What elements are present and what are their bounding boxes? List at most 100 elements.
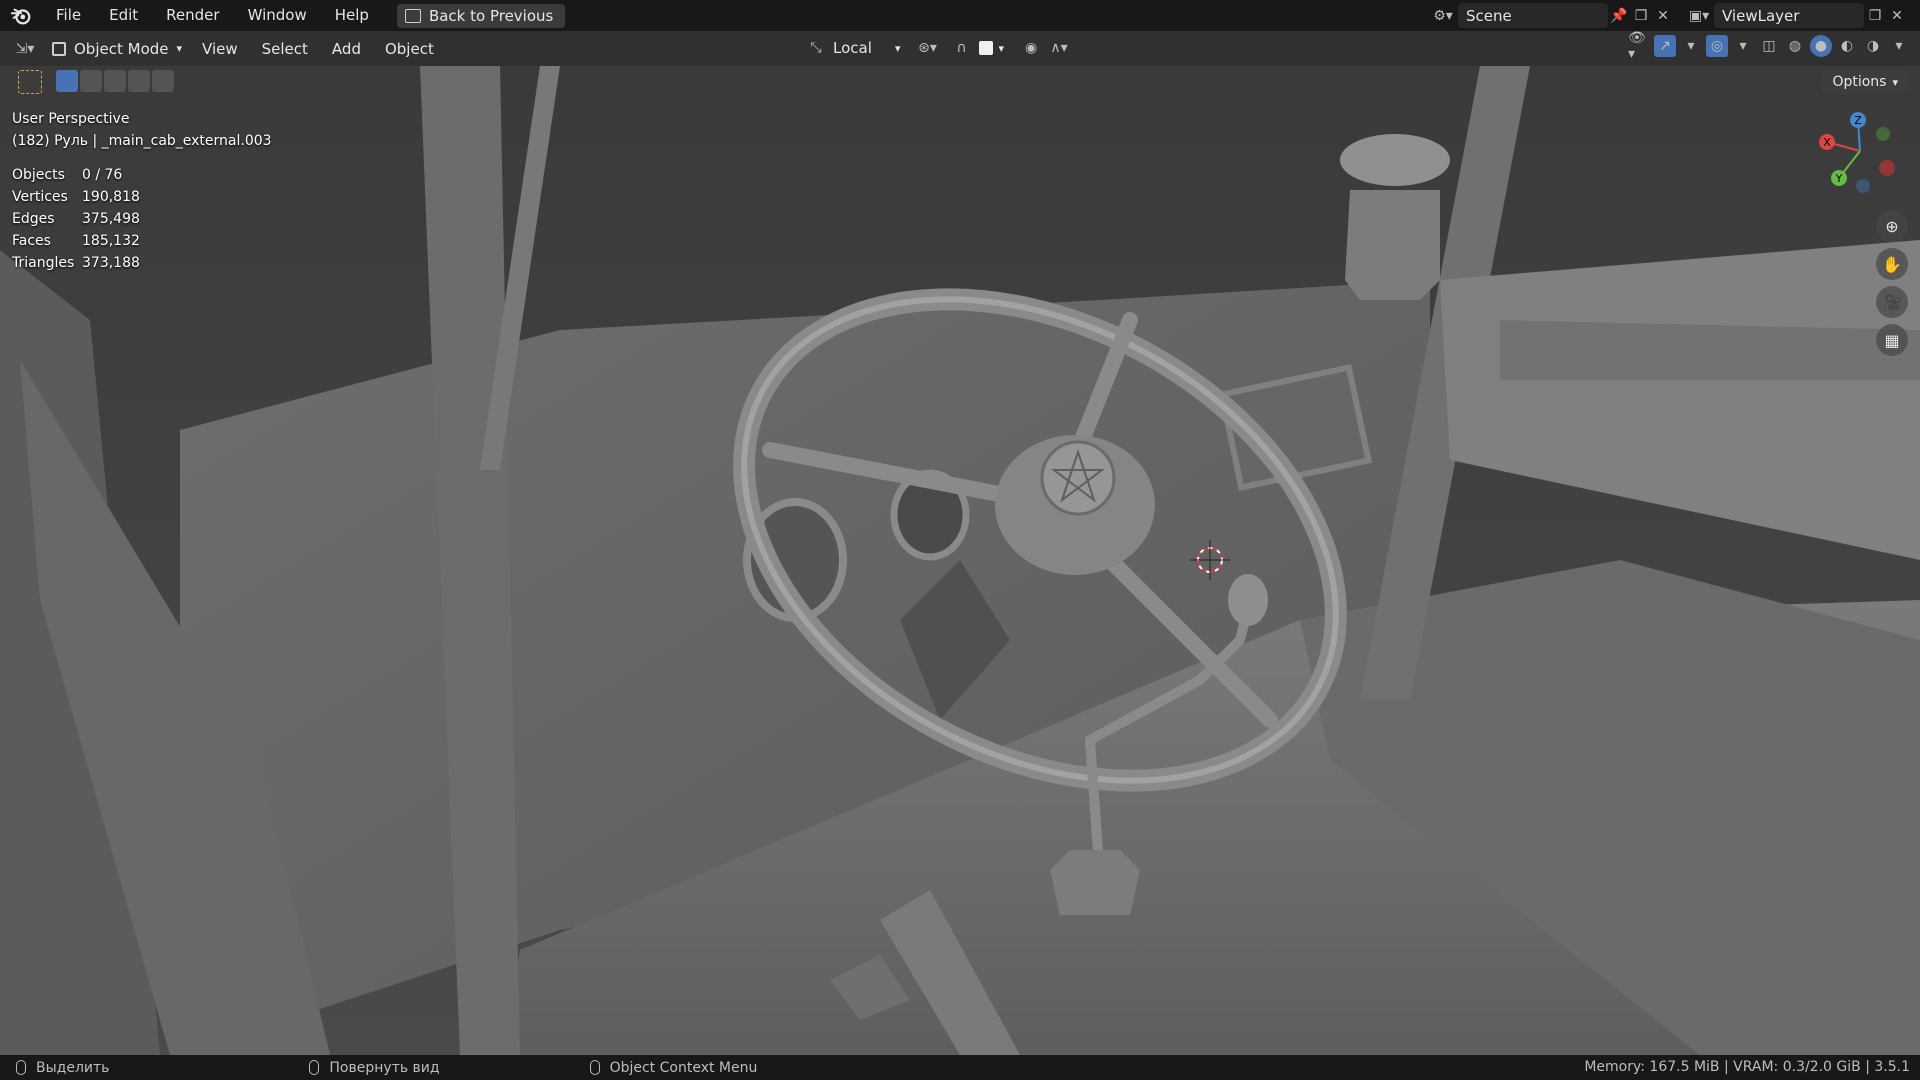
mouse-right-icon xyxy=(589,1060,600,1075)
navigation-gizmo[interactable]: X Y Z xyxy=(1815,106,1905,196)
xray-toggle-icon[interactable]: ◫ xyxy=(1758,35,1780,57)
back-arrow-icon xyxy=(404,8,421,23)
pivot-point-icon[interactable]: ⊛▾ xyxy=(917,37,939,59)
tool-settings-row xyxy=(0,66,1920,96)
viewport-info-overlay: User Perspective (182) Руль | _main_cab_… xyxy=(12,108,272,274)
gizmo-neg-z[interactable] xyxy=(1856,179,1870,193)
zoom-icon[interactable]: ⊕ xyxy=(1876,210,1908,242)
select-mode-extend-icon[interactable] xyxy=(80,70,102,92)
status-right-click: Object Context Menu xyxy=(589,1059,758,1076)
select-mode-new-icon[interactable] xyxy=(56,70,78,92)
select-mode-subtract-icon[interactable] xyxy=(104,70,126,92)
memory-info: Memory: 167.5 MiB | VRAM: 0.3/2.0 GiB | … xyxy=(1584,1059,1910,1075)
object-mode-label: Object Mode xyxy=(74,39,169,58)
gizmo-z-label: Z xyxy=(1854,114,1862,127)
stat-label: Edges xyxy=(12,211,55,227)
object-mode-dropdown[interactable]: Object Mode ▾ xyxy=(44,36,190,62)
falloff-icon[interactable]: ∧▾ xyxy=(1048,37,1070,59)
menu-select[interactable]: Select xyxy=(250,40,320,58)
top-menu-bar: File Edit Render Window Help Back to Pre… xyxy=(0,0,1920,31)
view-name: User Perspective xyxy=(12,111,130,127)
stat-value: 190,818 xyxy=(82,189,140,205)
material-shading-icon[interactable]: ◐ xyxy=(1836,35,1858,57)
new-view-layer-icon[interactable]: ❐ xyxy=(1864,5,1886,27)
viewport-header: ⇲▾ Object Mode ▾ View Select Add Object … xyxy=(0,30,1920,66)
active-object-name: (182) Руль | _main_cab_external.003 xyxy=(12,133,272,149)
select-tool-icon[interactable] xyxy=(18,70,42,94)
scene-statistics: Objects 0 / 76 Vertices 190,818 Edges 37… xyxy=(12,164,272,274)
stat-label: Vertices xyxy=(12,189,68,205)
delete-scene-icon[interactable]: ✕ xyxy=(1652,5,1674,27)
view-layer-field[interactable]: ViewLayer xyxy=(1714,3,1864,28)
stat-label: Faces xyxy=(12,233,51,249)
stat-label: Objects xyxy=(12,167,65,183)
select-mode-difference-icon[interactable] xyxy=(128,70,150,92)
options-dropdown[interactable]: Options ▾ xyxy=(1822,70,1908,94)
perspective-toggle-icon[interactable]: ▦ xyxy=(1876,324,1908,356)
rendered-shading-icon[interactable]: ◑ xyxy=(1862,35,1884,57)
menu-edit[interactable]: Edit xyxy=(95,0,152,31)
status-left-click: Выделить xyxy=(16,1060,109,1076)
overlay-toggle-icon[interactable]: ◎ xyxy=(1706,35,1728,57)
status-right-click-label: Object Context Menu xyxy=(609,1059,758,1076)
mouse-middle-icon xyxy=(309,1060,320,1075)
overlay-chevron-icon[interactable]: ▾ xyxy=(1732,35,1754,57)
status-middle-click: Повернуть вид xyxy=(309,1059,440,1076)
new-scene-icon[interactable]: ❐ xyxy=(1630,5,1652,27)
options-label: Options xyxy=(1832,74,1887,90)
transform-orientation-dropdown[interactable]: Local xyxy=(833,39,889,57)
visibility-icon[interactable]: 👁▾ xyxy=(1628,30,1650,62)
gizmo-x-label: X xyxy=(1823,136,1831,149)
select-mode-intersect-icon[interactable] xyxy=(152,70,174,92)
view-layer-icon[interactable]: ▣▾ xyxy=(1688,5,1710,27)
wireframe-shading-icon[interactable]: ◍ xyxy=(1784,35,1806,57)
scene-field[interactable]: Scene xyxy=(1458,3,1608,28)
gizmo-neg-x[interactable] xyxy=(1879,160,1895,176)
snap-chevron-icon: ▾ xyxy=(998,41,1005,55)
stat-value: 185,132 xyxy=(82,233,140,249)
menu-file[interactable]: File xyxy=(42,0,95,31)
snap-target-icon[interactable] xyxy=(978,41,993,55)
menu-view[interactable]: View xyxy=(190,40,250,58)
pin-icon[interactable]: 📌 xyxy=(1608,5,1630,27)
stat-label: Triangles xyxy=(12,255,75,271)
options-chevron-icon: ▾ xyxy=(1892,75,1898,89)
menu-add[interactable]: Add xyxy=(320,40,373,58)
status-bar: Выделить Повернуть вид Object Context Me… xyxy=(0,1055,1920,1080)
gizmo-neg-y[interactable] xyxy=(1876,127,1890,141)
transform-orientation-icon: ⤡ xyxy=(810,40,822,56)
pan-hand-icon[interactable]: ✋ xyxy=(1876,248,1908,280)
gizmo-toggle-icon[interactable]: ↗ xyxy=(1654,35,1676,57)
scene-icon[interactable]: ⚙▾ xyxy=(1432,5,1454,27)
status-middle-click-label: Повернуть вид xyxy=(329,1059,440,1076)
chevron-down-icon: ▾ xyxy=(176,42,183,55)
delete-view-layer-icon[interactable]: ✕ xyxy=(1886,5,1908,27)
proportional-edit-icon[interactable]: ◉ xyxy=(1020,37,1042,59)
viewport-scene[interactable] xyxy=(0,66,1920,1055)
blender-logo-icon[interactable] xyxy=(10,5,32,27)
snap-icon[interactable]: ∩ xyxy=(951,37,973,59)
stat-value: 0 / 76 xyxy=(82,167,123,183)
scene-selector: ⚙▾ Scene 📌 ❐ ✕ ▣▾ ViewLayer ❐ ✕ xyxy=(1432,3,1908,28)
menu-window[interactable]: Window xyxy=(234,0,321,31)
shading-chevron-icon[interactable]: ▾ xyxy=(1888,35,1910,57)
menu-object[interactable]: Object xyxy=(373,40,446,58)
stat-value: 375,498 xyxy=(82,211,140,227)
object-mode-icon xyxy=(52,41,66,56)
status-left-click-label: Выделить xyxy=(36,1059,110,1076)
orientation-chevron-icon: ▾ xyxy=(895,41,901,55)
viewport-shading-controls: 👁▾ ↗ ▾ ◎ ▾ ◫ ◍ ● ◐ ◑ ▾ xyxy=(1628,30,1910,62)
mouse-left-icon xyxy=(16,1060,26,1075)
stat-value: 373,188 xyxy=(82,255,140,271)
editor-type-icon[interactable]: ⇲▾ xyxy=(14,38,36,60)
solid-shading-icon[interactable]: ● xyxy=(1810,35,1832,57)
menu-help[interactable]: Help xyxy=(321,0,383,31)
view-layer-name: ViewLayer xyxy=(1722,6,1800,25)
3d-viewport[interactable]: Options ▾ X Y Z ⊕ ✋ 🎥 ▦ xyxy=(0,66,1920,1055)
gizmo-y-label: Y xyxy=(1835,172,1843,185)
menu-render[interactable]: Render xyxy=(152,0,233,31)
camera-view-icon[interactable]: 🎥 xyxy=(1876,286,1908,318)
transform-controls: ⤡ Local ▾ ⊛▾ ∩ ▾ ◉ ∧▾ xyxy=(805,35,1070,61)
gizmo-chevron-icon[interactable]: ▾ xyxy=(1680,35,1702,57)
back-to-previous-button[interactable]: Back to Previous xyxy=(396,3,566,28)
